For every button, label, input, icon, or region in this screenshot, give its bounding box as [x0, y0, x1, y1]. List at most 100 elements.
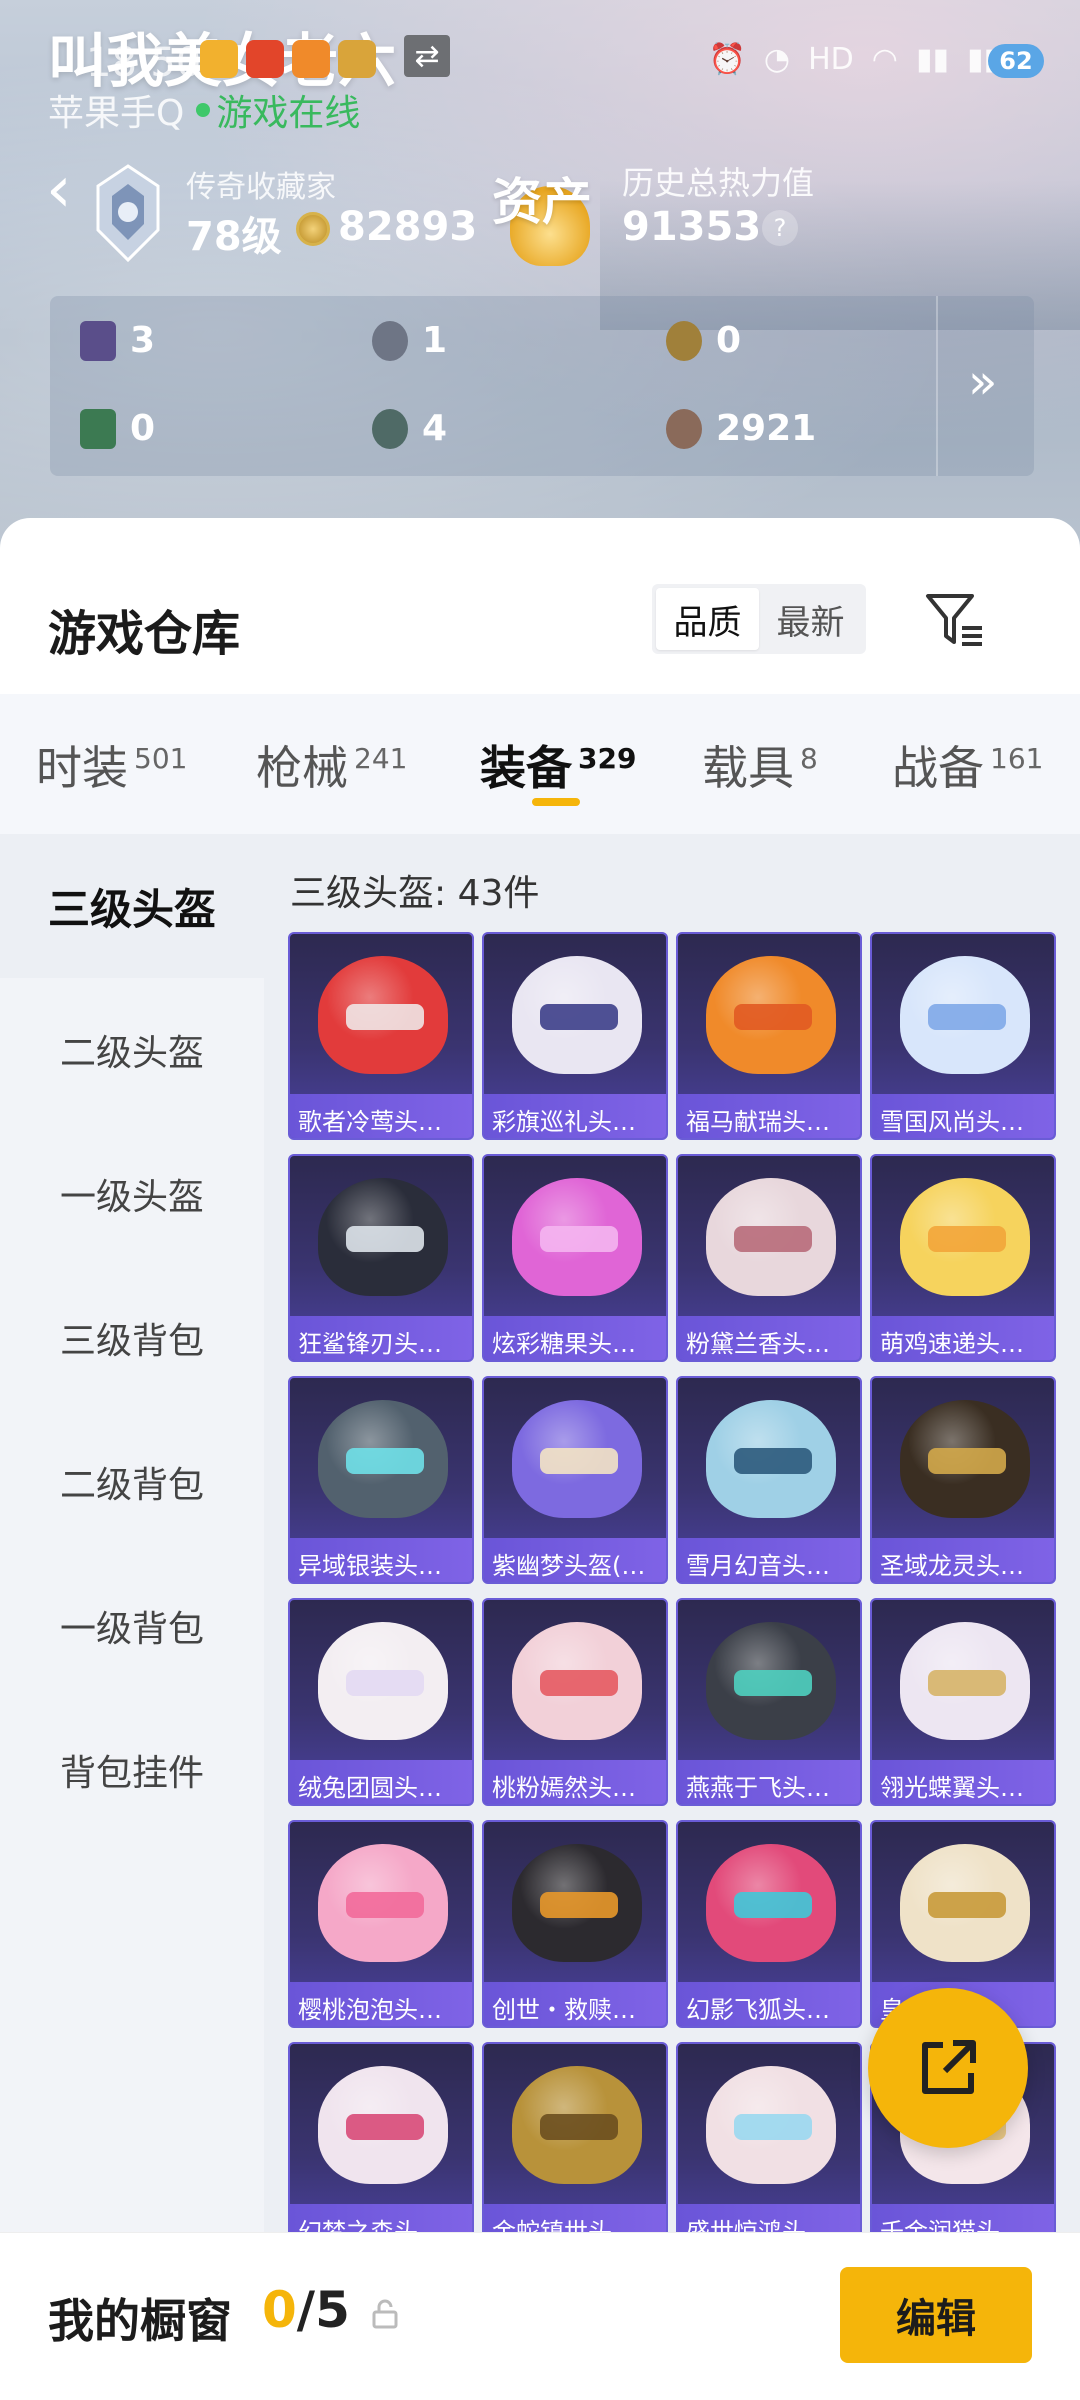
gold-coin-icon	[666, 320, 702, 361]
sort-quality-option[interactable]: 品质	[656, 588, 759, 650]
tab-weapons[interactable]: 枪械 241	[256, 732, 407, 798]
subcategory-sidebar: 三级头盔 二级头盔 一级头盔 三级背包 二级背包 一级背包 背包挂件	[0, 834, 264, 2234]
heat-value: 91353	[622, 204, 762, 250]
helmet-visor	[540, 1226, 618, 1252]
platform-label: 苹果手Q	[48, 93, 185, 134]
item-card[interactable]: 粉黛兰香头盔...	[676, 1154, 862, 1362]
helmet-visor	[346, 1226, 424, 1252]
item-card[interactable]: 彩旗巡礼头盔...	[482, 932, 668, 1140]
item-card[interactable]: 翎光蝶翼头盔...	[870, 1598, 1056, 1806]
sidebar-item-level1-backpack[interactable]: 一级背包	[0, 1554, 264, 1698]
helmet-visor	[540, 1670, 618, 1696]
bronze-coin-icon	[666, 408, 702, 449]
online-dot-icon	[196, 103, 211, 117]
badge-icon	[372, 408, 408, 449]
item-card[interactable]: 雪国风尚头盔...	[870, 932, 1056, 1140]
item-card[interactable]: 盛世惊鸿头盔...	[676, 2042, 862, 2234]
item-card[interactable]: 桃粉嫣然头盔...	[482, 1598, 668, 1806]
tab-equipment[interactable]: 装备 329	[480, 732, 636, 798]
item-name: 异域银装头盔...	[290, 1538, 472, 1582]
tab-vehicles[interactable]: 载具 8	[702, 732, 818, 798]
showcase-label: 我的橱窗	[48, 2294, 232, 2348]
help-icon[interactable]: ?	[762, 210, 798, 246]
helmet-visor	[928, 1226, 1006, 1252]
item-name: 樱桃泡泡头盔...	[290, 1982, 472, 2026]
item-card[interactable]: 绒兔团圆头盔...	[288, 1598, 474, 1806]
helmet-visor	[734, 2114, 812, 2140]
sidebar-item-level3-helmet[interactable]: 三级头盔	[0, 834, 264, 978]
item-name: 幻梦之森头盔...	[290, 2204, 472, 2234]
stat-item: 3	[80, 320, 155, 361]
item-card[interactable]: 创世・救赎头...	[482, 1820, 668, 2028]
switch-account-icon[interactable]: ⇄	[404, 35, 451, 77]
helmet-visor	[928, 1004, 1006, 1030]
rank-title: 传奇收藏家	[186, 170, 336, 205]
stat-item: 0	[666, 320, 741, 361]
showcase-count: 0/5	[262, 2281, 350, 2339]
item-card[interactable]: 幻梦之森头盔...	[288, 2042, 474, 2234]
tab-label: 载具	[702, 741, 794, 795]
tab-label: 时装	[36, 741, 128, 795]
tab-supplies[interactable]: 战备 161	[892, 732, 1043, 798]
item-name: 圣域龙灵头盔...	[872, 1538, 1054, 1582]
stat-value: 0	[716, 320, 742, 361]
hd-icon: HD	[808, 42, 854, 77]
item-card[interactable]: 萌鸡速递头盔...	[870, 1154, 1056, 1362]
coin-icon	[296, 212, 330, 246]
item-card[interactable]: 金蛇镇世头盔...	[482, 2042, 668, 2234]
mail-notification-icon	[200, 40, 238, 78]
vpn-icon: ◔	[763, 42, 791, 77]
showcase-bar: 我的橱窗 0/5 编辑	[0, 2232, 1080, 2400]
item-card[interactable]: 福马献瑞头盔...	[676, 932, 862, 1140]
sidebar-item-level2-backpack[interactable]: 二级背包	[0, 1410, 264, 1554]
item-name: 绒兔团圆头盔...	[290, 1760, 472, 1804]
double-chevron-right-icon[interactable]: »	[968, 354, 997, 410]
helmet-visor	[928, 1892, 1006, 1918]
stat-value: 0	[130, 408, 156, 449]
filter-icon[interactable]	[922, 590, 988, 650]
sidebar-item-level2-helmet[interactable]: 二级头盔	[0, 978, 264, 1122]
warehouse-title: 游戏仓库	[48, 606, 241, 662]
item-card[interactable]: 樱桃泡泡头盔...	[288, 1820, 474, 2028]
item-card[interactable]: 圣域龙灵头盔...	[870, 1376, 1056, 1584]
helmet-visor	[734, 1448, 812, 1474]
item-card[interactable]: 狂鲨锋刃头盔...	[288, 1154, 474, 1362]
tab-fashion[interactable]: 时装 501	[36, 732, 187, 798]
stats-panel[interactable]: 3 1 0 0 4 2921 »	[50, 296, 1034, 476]
asset-label[interactable]: 资产	[492, 162, 592, 234]
item-card[interactable]: 异域银装头盔...	[288, 1376, 474, 1584]
sidebar-item-level3-backpack[interactable]: 三级背包	[0, 1266, 264, 1410]
item-name: 福马献瑞头盔...	[678, 1094, 860, 1138]
stat-item: 4	[372, 408, 447, 449]
item-card[interactable]: 炫彩糖果头盔...	[482, 1154, 668, 1362]
item-name: 彩旗巡礼头盔...	[484, 1094, 666, 1138]
helmet-visor	[346, 1670, 424, 1696]
helmet-visor	[540, 1892, 618, 1918]
notification-icons	[200, 40, 376, 78]
item-card[interactable]: 燕燕于飞头盔...	[676, 1598, 862, 1806]
sort-newest-option[interactable]: 最新	[759, 588, 862, 650]
category-tabs: 时装 501 枪械 241 装备 329 载具 8 战备 161	[0, 694, 1080, 834]
item-card[interactable]: 幻影飞狐头盔...	[676, 1820, 862, 2028]
profile-header: 叫我美女老六 ⇄ 18:50 ⏰ ◔ HD ◠ ▮▮ ▮▮ 62 苹果手Q 游戏…	[0, 0, 1080, 560]
item-name: 盛世惊鸿头盔...	[678, 2204, 860, 2234]
item-name: 金蛇镇世头盔...	[484, 2204, 666, 2234]
tab-count: 501	[134, 741, 188, 775]
item-name: 千金润猫头盔...	[872, 2204, 1054, 2234]
tab-count: 329	[578, 741, 637, 775]
sidebar-item-level1-helmet[interactable]: 一级头盔	[0, 1122, 264, 1266]
helmet-visor	[540, 1004, 618, 1030]
item-card[interactable]: 歌者冷莺头盔...	[288, 932, 474, 1140]
item-card[interactable]: 雪月幻音头盔...	[676, 1376, 862, 1584]
edit-button[interactable]: 编辑	[840, 2267, 1032, 2363]
item-card[interactable]: 紫幽梦头盔(3...	[482, 1376, 668, 1584]
showcase-separator: /	[296, 2281, 316, 2339]
player-level: 78级	[186, 214, 282, 260]
showcase-max: 5	[315, 2281, 350, 2339]
active-tab-indicator	[532, 798, 580, 806]
item-name: 幻影飞狐头盔...	[678, 1982, 860, 2026]
system-status-icons: ⏰ ◔ HD ◠ ▮▮ ▮▮	[709, 42, 1000, 77]
sidebar-item-backpack-charm[interactable]: 背包挂件	[0, 1698, 264, 1842]
share-button[interactable]	[868, 1988, 1028, 2148]
helmet-visor	[734, 1004, 812, 1030]
